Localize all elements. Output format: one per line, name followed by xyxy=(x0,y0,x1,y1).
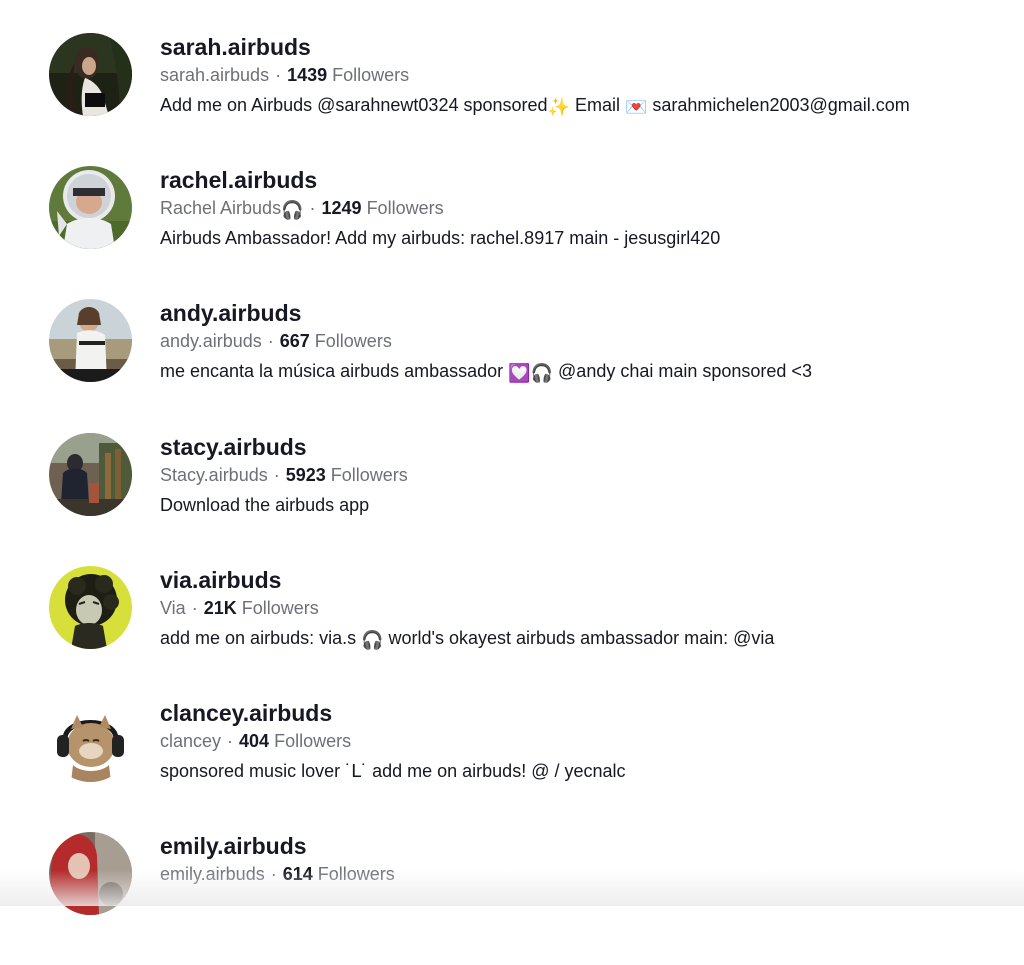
bio-text: me encanta la música airbuds ambassador xyxy=(160,361,509,381)
bio-text: world's okayest airbuds ambassador main:… xyxy=(383,628,775,648)
bio: sponsored music lover ˙ᒪ˙ add me on airb… xyxy=(160,761,626,781)
followers-label: Followers xyxy=(366,198,444,218)
followers-count: 614 xyxy=(282,864,313,884)
bio: Airbuds Ambassador! Add my airbuds: rach… xyxy=(160,228,721,248)
followers-label: Followers xyxy=(332,65,410,85)
girl-beach-avatar xyxy=(49,299,132,382)
headphones-icon: 🎧 xyxy=(281,200,304,220)
account-row-stacy[interactable]: stacy.airbuds Stacy.airbuds · 5923 Followe… xyxy=(0,433,1024,566)
display-name: andy.airbuds xyxy=(160,331,262,351)
followers-label: Followers xyxy=(330,465,408,485)
followers-count: 404 xyxy=(239,731,270,751)
followers-count: 1249 xyxy=(321,198,362,218)
followers-count: 667 xyxy=(279,331,310,351)
bio-text: add me on airbuds: via.s xyxy=(160,628,362,648)
account-row-rachel[interactable]: rachel.airbuds Rachel Airbuds🎧 · 1249 Foll… xyxy=(0,166,1024,299)
woman-portrait-dark-avatar xyxy=(49,33,132,116)
account-row-andy[interactable]: andy.airbuds andy.airbuds · 667 Followers … xyxy=(0,299,1024,432)
bio-text: Add me on Airbuds @sarahnewt0324 sponsor… xyxy=(160,95,548,115)
followers-count: 5923 xyxy=(285,465,326,485)
curly-hair-yellow-avatar xyxy=(49,566,132,649)
avatar[interactable] xyxy=(49,166,132,249)
followers-label: Followers xyxy=(274,731,352,751)
account-meta: Stacy.airbuds · 5923 Followers xyxy=(160,463,1004,487)
display-name: emily.airbuds xyxy=(160,864,265,884)
username[interactable]: stacy.airbuds xyxy=(160,433,1004,461)
username[interactable]: rachel.airbuds xyxy=(160,166,1004,194)
display-name: Via xyxy=(160,598,186,618)
meta-separator: · xyxy=(309,198,316,218)
account-meta: emily.airbuds · 614 Followers xyxy=(160,862,1004,886)
account-meta: clancey · 404 Followers xyxy=(160,729,1004,753)
headphones-icon: 🎧 xyxy=(361,630,384,650)
username[interactable]: via.airbuds xyxy=(160,566,1004,594)
bio: me encanta la música airbuds ambassador … xyxy=(160,359,1004,383)
helmet-girl-avatar xyxy=(49,166,132,249)
cat-headphones-avatar xyxy=(49,699,132,782)
avatar[interactable] xyxy=(49,33,132,116)
username[interactable]: sarah.airbuds xyxy=(160,33,1004,61)
display-name: clancey xyxy=(160,731,222,751)
display-name: Rachel Airbuds xyxy=(160,198,282,218)
meta-separator: · xyxy=(227,731,234,751)
username[interactable]: clancey.airbuds xyxy=(160,699,1004,727)
sparkles-icon: ✨ xyxy=(547,97,570,117)
meta-separator: · xyxy=(267,331,274,351)
meta-separator: · xyxy=(191,598,198,618)
meta-separator: · xyxy=(273,465,280,485)
avatar[interactable] xyxy=(49,832,132,915)
meta-separator: · xyxy=(270,864,277,884)
account-meta: sarah.airbuds · 1439 Followers xyxy=(160,63,1004,87)
bio: add me on airbuds: via.s 🎧 world's okaye… xyxy=(160,626,1004,650)
love-letter-icon: 💌 xyxy=(624,97,648,117)
avatar[interactable] xyxy=(49,433,132,516)
heart-decoration-icon: 💟 xyxy=(508,363,531,383)
followers-label: Followers xyxy=(241,598,319,618)
red-hair-avatar xyxy=(49,832,132,915)
account-row-clancey[interactable]: clancey.airbuds clancey · 404 Followers sp… xyxy=(0,699,1024,832)
followers-count: 21K xyxy=(203,598,237,618)
market-scene-avatar xyxy=(49,433,132,516)
account-meta: Via · 21K Followers xyxy=(160,596,1004,620)
avatar[interactable] xyxy=(49,299,132,382)
avatar[interactable] xyxy=(49,699,132,782)
account-meta: Rachel Airbuds🎧 · 1249 Followers xyxy=(160,196,1004,220)
bio: Download the airbuds app xyxy=(160,495,370,515)
bio-text: @andy chai main sponsored <3 xyxy=(553,361,812,381)
followers-label: Followers xyxy=(317,864,395,884)
account-row-via[interactable]: via.airbuds Via · 21K Followers add me on … xyxy=(0,566,1024,699)
bio: Add me on Airbuds @sarahnewt0324 sponsor… xyxy=(160,93,1004,117)
account-row-sarah[interactable]: sarah.airbuds sarah.airbuds · 1439 Followe… xyxy=(0,33,1024,166)
followers-count: 1439 xyxy=(287,65,328,85)
meta-separator: · xyxy=(275,65,282,85)
followers-label: Followers xyxy=(314,331,392,351)
bio-text: Email xyxy=(569,95,625,115)
display-name: Stacy.airbuds xyxy=(160,465,268,485)
account-meta: andy.airbuds · 667 Followers xyxy=(160,329,1004,353)
account-row-emily[interactable]: emily.airbuds emily.airbuds · 614 Follower… xyxy=(0,832,1024,965)
headphones-icon: 🎧 xyxy=(530,363,554,383)
avatar[interactable] xyxy=(49,566,132,649)
username[interactable]: andy.airbuds xyxy=(160,299,1004,327)
display-name: sarah.airbuds xyxy=(160,65,270,85)
bio-text: sarahmichelen2003@gmail.com xyxy=(647,95,910,115)
username[interactable]: emily.airbuds xyxy=(160,832,1004,860)
